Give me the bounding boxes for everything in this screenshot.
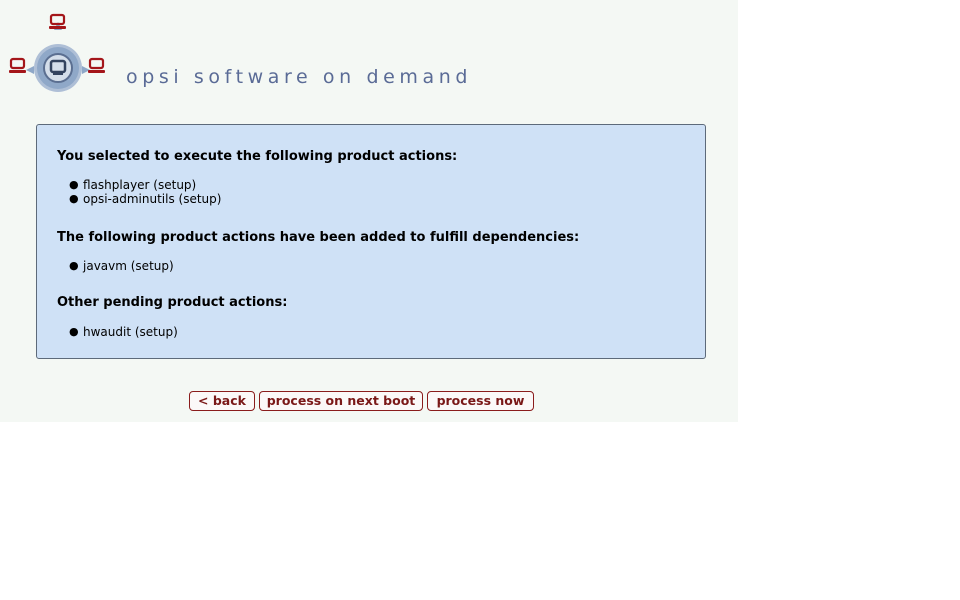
selected-item-label: flashplayer (setup) — [83, 178, 197, 192]
process-now-button[interactable]: process now — [427, 391, 534, 411]
list-item: ● javavm (setup) — [69, 259, 174, 273]
bullet-icon: ● — [69, 178, 79, 191]
pending-item-label: hwaudit (setup) — [83, 325, 178, 339]
dependency-item-label: javavm (setup) — [83, 259, 174, 273]
page-background: opsi software on demand You selected to … — [0, 0, 738, 422]
list-item: ● flashplayer (setup) — [69, 178, 197, 192]
brand-tagline: opsi software on demand — [126, 66, 473, 88]
process-next-boot-button[interactable]: process on next boot — [259, 391, 423, 411]
selected-actions-heading: You selected to execute the following pr… — [57, 149, 458, 164]
list-item: ● opsi-adminutils (setup) — [69, 192, 222, 206]
bullet-icon: ● — [69, 325, 79, 338]
dependencies-heading: The following product actions have been … — [57, 230, 580, 245]
back-button[interactable]: < back — [189, 391, 255, 411]
bullet-icon: ● — [69, 192, 79, 205]
list-item: ● hwaudit (setup) — [69, 325, 178, 339]
bullet-icon: ● — [69, 259, 79, 272]
selected-item-label: opsi-adminutils (setup) — [83, 192, 222, 206]
opsi-logo-icon — [9, 13, 105, 92]
product-actions-panel: You selected to execute the following pr… — [36, 124, 706, 359]
pending-actions-heading: Other pending product actions: — [57, 295, 288, 310]
